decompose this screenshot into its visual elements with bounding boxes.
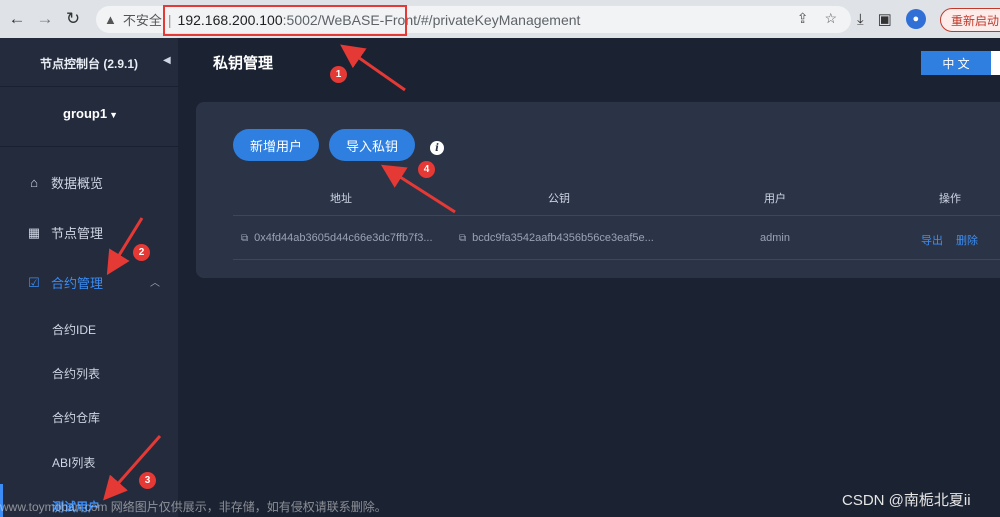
sidebar-subitem-contract-list[interactable]: 合约列表 bbox=[52, 365, 100, 382]
import-key-button[interactable]: 导入私钥 bbox=[329, 129, 415, 161]
table-row-divider bbox=[233, 259, 1000, 260]
address-icons: ⇪ ☆ bbox=[797, 10, 837, 27]
sidebar-divider bbox=[0, 86, 178, 87]
annotation-marker-1: 1 bbox=[330, 66, 347, 83]
column-header-public-key: 公钥 bbox=[548, 193, 570, 205]
profile-icon[interactable]: ● bbox=[905, 9, 926, 29]
site-watermark: www.toymoban.com 网络图片仅供展示，非存储，如有侵权请联系删除。 bbox=[0, 500, 387, 514]
sidebar-item-label: 合约管理 bbox=[51, 276, 104, 291]
sidebar: 节点控制台 (2.9.1) ◀ group1 ▼ ⌂ 数据概览 ▦ 节点管理 ☑ … bbox=[0, 38, 178, 517]
chevron-up-icon[interactable]: ︿ bbox=[150, 274, 160, 289]
download-icon[interactable]: ⤓ bbox=[857, 11, 864, 28]
sidebar-item-label: 数据概览 bbox=[51, 176, 104, 191]
back-icon[interactable]: ← bbox=[6, 8, 28, 30]
sidebar-item-nodes[interactable]: ▦ 节点管理 bbox=[26, 223, 103, 242]
export-link[interactable]: 导出 bbox=[921, 232, 943, 248]
cell-public-key: ⧉ bcdc9fa3542aafb4356b56ce3eaf5e... bbox=[459, 232, 654, 244]
side-panel-icon[interactable]: ▣ bbox=[878, 10, 892, 28]
sidebar-subitem-abi-list[interactable]: ABI列表 bbox=[52, 454, 95, 471]
info-icon[interactable]: i bbox=[430, 141, 444, 155]
sidebar-item-overview[interactable]: ⌂ 数据概览 bbox=[26, 173, 103, 192]
author-watermark: CSDN @南栀北夏ii bbox=[842, 492, 971, 509]
language-alt-button[interactable] bbox=[991, 51, 1000, 75]
key-management-card bbox=[196, 102, 1000, 278]
table-header-divider bbox=[233, 215, 1000, 216]
star-icon[interactable]: ☆ bbox=[824, 10, 837, 27]
cell-address: ⧉ 0x4fd44ab3605d44c66e3dc7ffb7f3... bbox=[241, 232, 433, 244]
page-title: 私钥管理 bbox=[213, 55, 274, 72]
sidebar-item-label: 节点管理 bbox=[51, 226, 104, 241]
sidebar-divider bbox=[0, 146, 178, 147]
column-header-user: 用户 bbox=[764, 193, 786, 205]
calendar-icon: ▦ bbox=[27, 224, 41, 240]
caret-down-icon: ▼ bbox=[109, 110, 118, 120]
console-title: 节点控制台 (2.9.1) bbox=[40, 57, 139, 71]
sidebar-subitem-ide[interactable]: 合约IDE bbox=[52, 321, 96, 338]
annotation-marker-2: 2 bbox=[133, 244, 150, 261]
annotation-marker-3: 3 bbox=[139, 472, 156, 489]
warning-icon[interactable]: ▲ bbox=[104, 12, 117, 27]
copy-icon[interactable]: ⧉ bbox=[459, 233, 466, 244]
clipboard-check-icon: ☑ bbox=[28, 274, 40, 290]
public-key-value: bcdc9fa3542aafb4356b56ce3eaf5e... bbox=[472, 232, 654, 244]
url-highlight-box bbox=[163, 5, 407, 36]
group-label: group1 bbox=[63, 106, 108, 121]
share-icon[interactable]: ⇪ bbox=[797, 10, 809, 27]
group-selector[interactable]: group1 ▼ bbox=[63, 106, 118, 121]
home-icon: ⌂ bbox=[30, 175, 38, 190]
browser-right-icons: ⤓ ▣ ● bbox=[857, 9, 926, 29]
sidebar-subitem-repository[interactable]: 合约仓库 bbox=[52, 409, 100, 426]
add-user-button[interactable]: 新增用户 bbox=[233, 129, 319, 161]
copy-icon[interactable]: ⧉ bbox=[241, 233, 248, 244]
arrow-1 bbox=[340, 44, 406, 92]
collapse-icon[interactable]: ◀ bbox=[163, 55, 171, 66]
insecure-label: 不安全 bbox=[122, 13, 162, 28]
forward-icon[interactable]: → bbox=[34, 8, 56, 30]
cell-user: admin bbox=[760, 232, 790, 244]
relaunch-button[interactable]: 重新启动 bbox=[940, 8, 1000, 32]
annotation-marker-4: 4 bbox=[418, 161, 435, 178]
column-header-address: 地址 bbox=[330, 193, 352, 205]
address-value: 0x4fd44ab3605d44c66e3dc7ffb7f3... bbox=[254, 232, 433, 244]
sidebar-item-contracts[interactable]: ☑ 合约管理 bbox=[26, 273, 103, 292]
delete-link[interactable]: 删除 bbox=[956, 232, 978, 248]
column-header-actions: 操作 bbox=[939, 193, 961, 205]
reload-icon[interactable]: ↻ bbox=[62, 8, 84, 30]
language-button[interactable]: 中 文 bbox=[921, 51, 991, 75]
